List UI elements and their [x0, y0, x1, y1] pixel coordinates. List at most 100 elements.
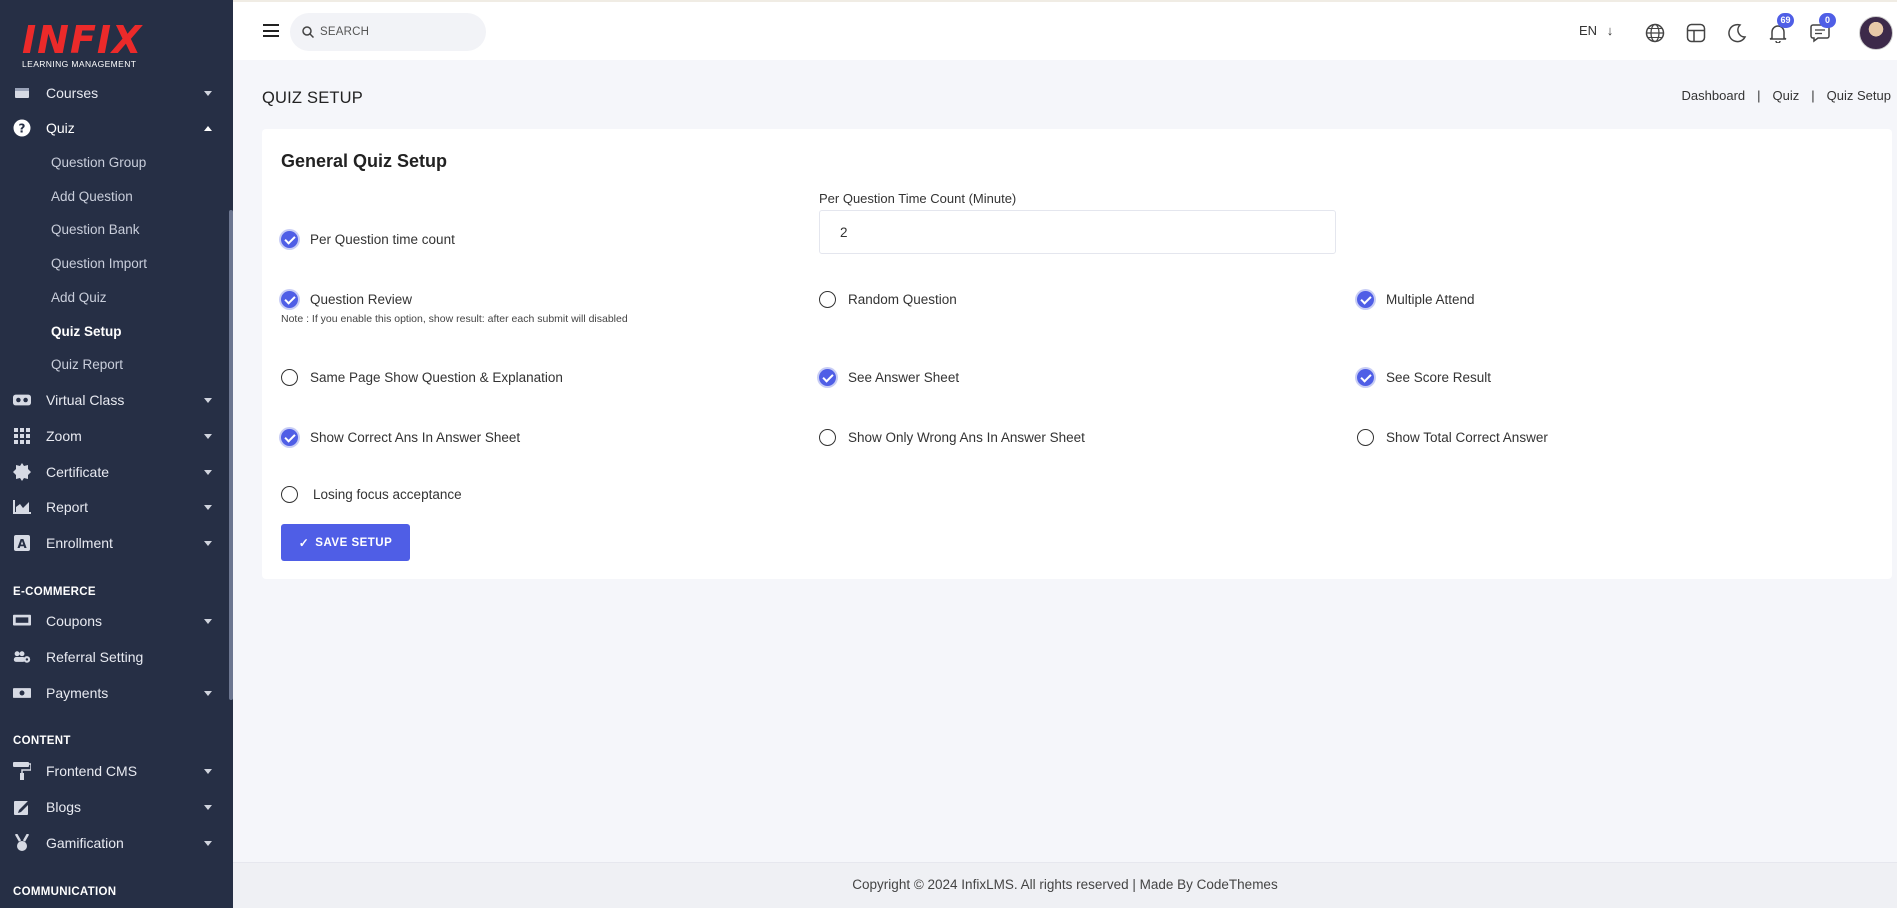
section-title-content: CONTENT: [13, 735, 71, 747]
paint-roller-icon: [13, 762, 31, 780]
checkbox-checked[interactable]: [819, 369, 836, 386]
sidebar-item-zoom[interactable]: Zoom: [0, 421, 229, 451]
grid-icon: [13, 427, 31, 445]
sidebar-subitem-question-group[interactable]: Question Group: [51, 153, 146, 173]
breadcrumb-current: Quiz Setup: [1826, 88, 1891, 103]
sidebar-subitem-question-bank[interactable]: Question Bank: [51, 220, 140, 240]
sidebar-scrollbar[interactable]: [229, 210, 233, 700]
option-show-total-correct[interactable]: Show Total Correct Answer: [1357, 429, 1548, 446]
sidebar-item-label: Blogs: [46, 799, 82, 815]
time-count-input[interactable]: [819, 210, 1336, 254]
option-show-only-wrong-ans[interactable]: Show Only Wrong Ans In Answer Sheet: [819, 429, 1085, 446]
breadcrumb-quiz[interactable]: Quiz: [1773, 88, 1800, 103]
chevron-down-icon: [204, 804, 212, 810]
medal-icon: [13, 834, 31, 852]
sidebar-item-report[interactable]: Report: [0, 492, 229, 522]
chevron-down-icon: [204, 469, 212, 475]
sidebar-item-enrollment[interactable]: A Enrollment: [0, 528, 229, 558]
checkbox-unchecked[interactable]: [281, 369, 298, 386]
language-selector[interactable]: EN ↓: [1579, 23, 1613, 38]
sidebar-item-quiz[interactable]: ? Quiz: [0, 113, 229, 143]
sidebar-subitem-quiz-report[interactable]: Quiz Report: [51, 355, 123, 375]
sidebar-item-label: Enrollment: [46, 535, 113, 551]
moon-icon[interactable]: [1725, 21, 1749, 45]
search-box[interactable]: [290, 13, 486, 51]
question-circle-icon: ?: [13, 119, 31, 137]
sidebar-item-label: Payments: [46, 685, 109, 701]
option-multiple-attend[interactable]: Multiple Attend: [1357, 291, 1475, 308]
sidebar-item-courses[interactable]: Courses: [0, 78, 229, 108]
option-label: Multiple Attend: [1386, 292, 1475, 307]
sidebar-item-label: Certificate: [46, 464, 110, 480]
breadcrumb-dashboard[interactable]: Dashboard: [1682, 88, 1746, 103]
save-setup-button[interactable]: ✓ SAVE SETUP: [281, 524, 410, 561]
language-label: EN: [1579, 23, 1598, 38]
option-show-correct-ans[interactable]: Show Correct Ans In Answer Sheet: [281, 429, 520, 446]
sidebar-item-label: Frontend CMS: [46, 763, 138, 779]
option-see-answer-sheet[interactable]: See Answer Sheet: [819, 369, 959, 386]
sidebar-item-label: Quiz: [46, 120, 75, 136]
sidebar-item-frontend-cms[interactable]: Frontend CMS: [0, 756, 229, 786]
checkbox-checked[interactable]: [1357, 291, 1374, 308]
courses-icon: [13, 84, 31, 102]
message-count-badge: 0: [1819, 13, 1836, 28]
sidebar-item-virtual-class[interactable]: Virtual Class: [0, 385, 229, 415]
card-title: General Quiz Setup: [281, 151, 448, 171]
sidebar-subitem-add-question[interactable]: Add Question: [51, 187, 133, 207]
sidebar-item-coupons[interactable]: Coupons: [0, 606, 229, 636]
messages-button[interactable]: 0: [1808, 13, 1836, 45]
chevron-up-icon: [204, 125, 212, 131]
menu-toggle-icon[interactable]: [263, 24, 279, 37]
edit-icon: [13, 798, 31, 816]
sidebar-item-label: Gamification: [46, 835, 124, 851]
checkbox-checked[interactable]: [281, 429, 298, 446]
chevron-down-icon: [204, 504, 212, 510]
certificate-icon: [13, 463, 31, 481]
money-icon: [13, 684, 31, 702]
globe-icon[interactable]: [1643, 21, 1667, 45]
checkbox-checked[interactable]: [281, 291, 298, 308]
option-label: Same Page Show Question & Explanation: [310, 370, 563, 385]
option-question-review[interactable]: Question Review: [281, 291, 412, 308]
checkbox-checked[interactable]: [281, 231, 298, 248]
option-per-question-time-count[interactable]: Per Question time count: [281, 231, 455, 248]
option-label: Random Question: [848, 292, 957, 307]
sidebar-item-label: Coupons: [46, 613, 103, 629]
checkbox-unchecked[interactable]: [819, 429, 836, 446]
option-losing-focus[interactable]: Losing focus acceptance: [281, 486, 462, 503]
sidebar-item-label: Referral Setting: [46, 649, 144, 665]
checkbox-checked[interactable]: [1357, 369, 1374, 386]
svg-text:?: ?: [19, 122, 26, 136]
sidebar-subitem-quiz-setup[interactable]: Quiz Setup: [51, 322, 122, 342]
enrollment-icon: A: [13, 534, 31, 552]
sidebar-item-certificate[interactable]: Certificate: [0, 457, 229, 487]
checkbox-unchecked[interactable]: [281, 486, 298, 503]
option-label: Show Total Correct Answer: [1386, 430, 1548, 445]
sidebar-item-gamification[interactable]: Gamification: [0, 828, 229, 858]
checkbox-unchecked[interactable]: [819, 291, 836, 308]
option-label: Show Only Wrong Ans In Answer Sheet: [848, 430, 1085, 445]
time-count-label: Per Question Time Count (Minute): [819, 191, 1017, 206]
search-input[interactable]: [320, 23, 470, 41]
arrow-down-icon: ↓: [1606, 23, 1614, 38]
sidebar-subitem-add-quiz[interactable]: Add Quiz: [51, 288, 107, 308]
sidebar-item-referral-setting[interactable]: Referral Setting: [0, 642, 229, 672]
checkbox-unchecked[interactable]: [1357, 429, 1374, 446]
chevron-down-icon: [204, 397, 212, 403]
option-label: Show Correct Ans In Answer Sheet: [310, 430, 521, 445]
topbar: EN ↓ 69 0: [233, 0, 1897, 60]
sidebar-item-label: Zoom: [46, 428, 82, 444]
sidebar-item-blogs[interactable]: Blogs: [0, 792, 229, 822]
copyright-text: Copyright © 2024 InfixLMS. All rights re…: [852, 877, 1278, 892]
notification-bell[interactable]: 69: [1766, 13, 1794, 45]
sidebar-item-payments[interactable]: Payments: [0, 678, 229, 708]
footer: Copyright © 2024 InfixLMS. All rights re…: [233, 862, 1897, 908]
chart-icon: [13, 498, 31, 516]
sidebar-subitem-question-import[interactable]: Question Import: [51, 254, 147, 274]
avatar[interactable]: [1859, 16, 1893, 50]
layout-icon[interactable]: [1684, 21, 1708, 45]
option-see-score-result[interactable]: See Score Result: [1357, 369, 1491, 386]
option-same-page-explanation[interactable]: Same Page Show Question & Explanation: [281, 369, 563, 386]
brand-logo[interactable]: INFIX LEARNING MANAGEMENT: [22, 20, 142, 69]
option-random-question[interactable]: Random Question: [819, 291, 957, 308]
